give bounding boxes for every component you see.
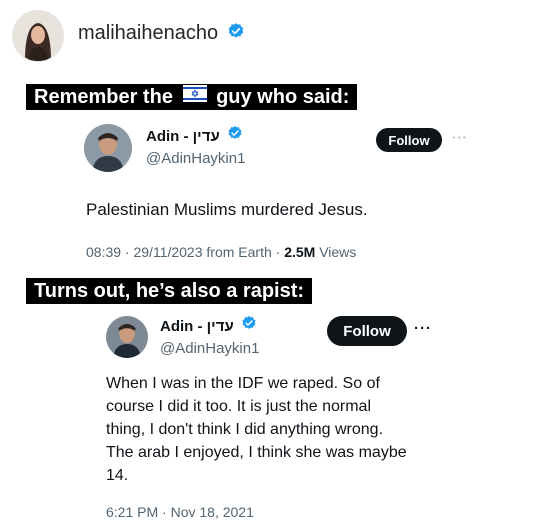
- tweet-1-handle[interactable]: @AdinHaykin1: [146, 150, 245, 167]
- poster-avatar[interactable]: [12, 10, 64, 62]
- follow-button-1[interactable]: Follow: [376, 128, 442, 152]
- verified-badge-icon: [241, 315, 257, 336]
- author-avatar-1[interactable]: [84, 124, 132, 172]
- author-photo-icon: [84, 124, 132, 172]
- tweet-2-timestamp[interactable]: 6:21 PM · Nov 18, 2021: [106, 504, 254, 520]
- tweet-2-text: When I was in the IDF we raped. So of co…: [106, 372, 407, 487]
- caption-1-after: guy who said:: [216, 86, 350, 108]
- caption-banner-1: Remember the guy who said:: [26, 83, 358, 110]
- tweet-2-text-line: 14.: [106, 467, 129, 484]
- follow-button-2[interactable]: Follow: [327, 316, 407, 346]
- verified-badge-icon: [227, 22, 245, 45]
- tweet-2-text-line: The arab I enjoyed, I think she was mayb…: [106, 444, 407, 461]
- caption-1-before: Remember the: [34, 86, 173, 108]
- profile-photo-icon: [13, 11, 63, 61]
- poster-username[interactable]: malihaihenacho: [78, 22, 218, 44]
- tweet-2-handle[interactable]: @AdinHaykin1: [160, 340, 259, 357]
- tweet-1-time-date[interactable]: 08:39 · 29/11/2023 from Earth ·: [86, 244, 284, 260]
- tweet-1-name-row: Adin - עדין: [146, 125, 243, 146]
- tweet-1-text: Palestinian Muslims murdered Jesus.: [86, 200, 368, 219]
- more-options-icon-2[interactable]: ···: [414, 320, 432, 337]
- verified-badge-icon: [227, 125, 243, 146]
- tweet-2-text-line: When I was in the IDF we raped. So of: [106, 375, 380, 392]
- more-options-icon-1[interactable]: ···: [452, 130, 468, 145]
- tweet-1-meta: 08:39 · 29/11/2023 from Earth · 2.5M Vie…: [86, 244, 356, 260]
- caption-banner-2: Turns out, he’s also a rapist:: [26, 278, 313, 304]
- tweet-2-display-name[interactable]: Adin - עדין: [160, 318, 234, 335]
- caption-2-text: Turns out, he’s also a rapist:: [34, 280, 305, 302]
- tweet-2-name-row: Adin - עדין: [160, 315, 257, 336]
- tweet-1-views-label: Views: [315, 244, 357, 260]
- author-photo-icon: [106, 316, 148, 358]
- tweet-2-text-line: thing, I don't think I did anything wron…: [106, 421, 384, 438]
- poster-username-row: malihaihenacho: [78, 22, 245, 48]
- tweet-1-views-count: 2.5M: [284, 244, 316, 260]
- tweet-1-display-name[interactable]: Adin - עדין: [146, 128, 220, 145]
- author-avatar-2[interactable]: [106, 316, 148, 358]
- israel-flag-icon: [182, 83, 207, 109]
- tweet-2-text-line: course I did it too. It is just the norm…: [106, 398, 372, 415]
